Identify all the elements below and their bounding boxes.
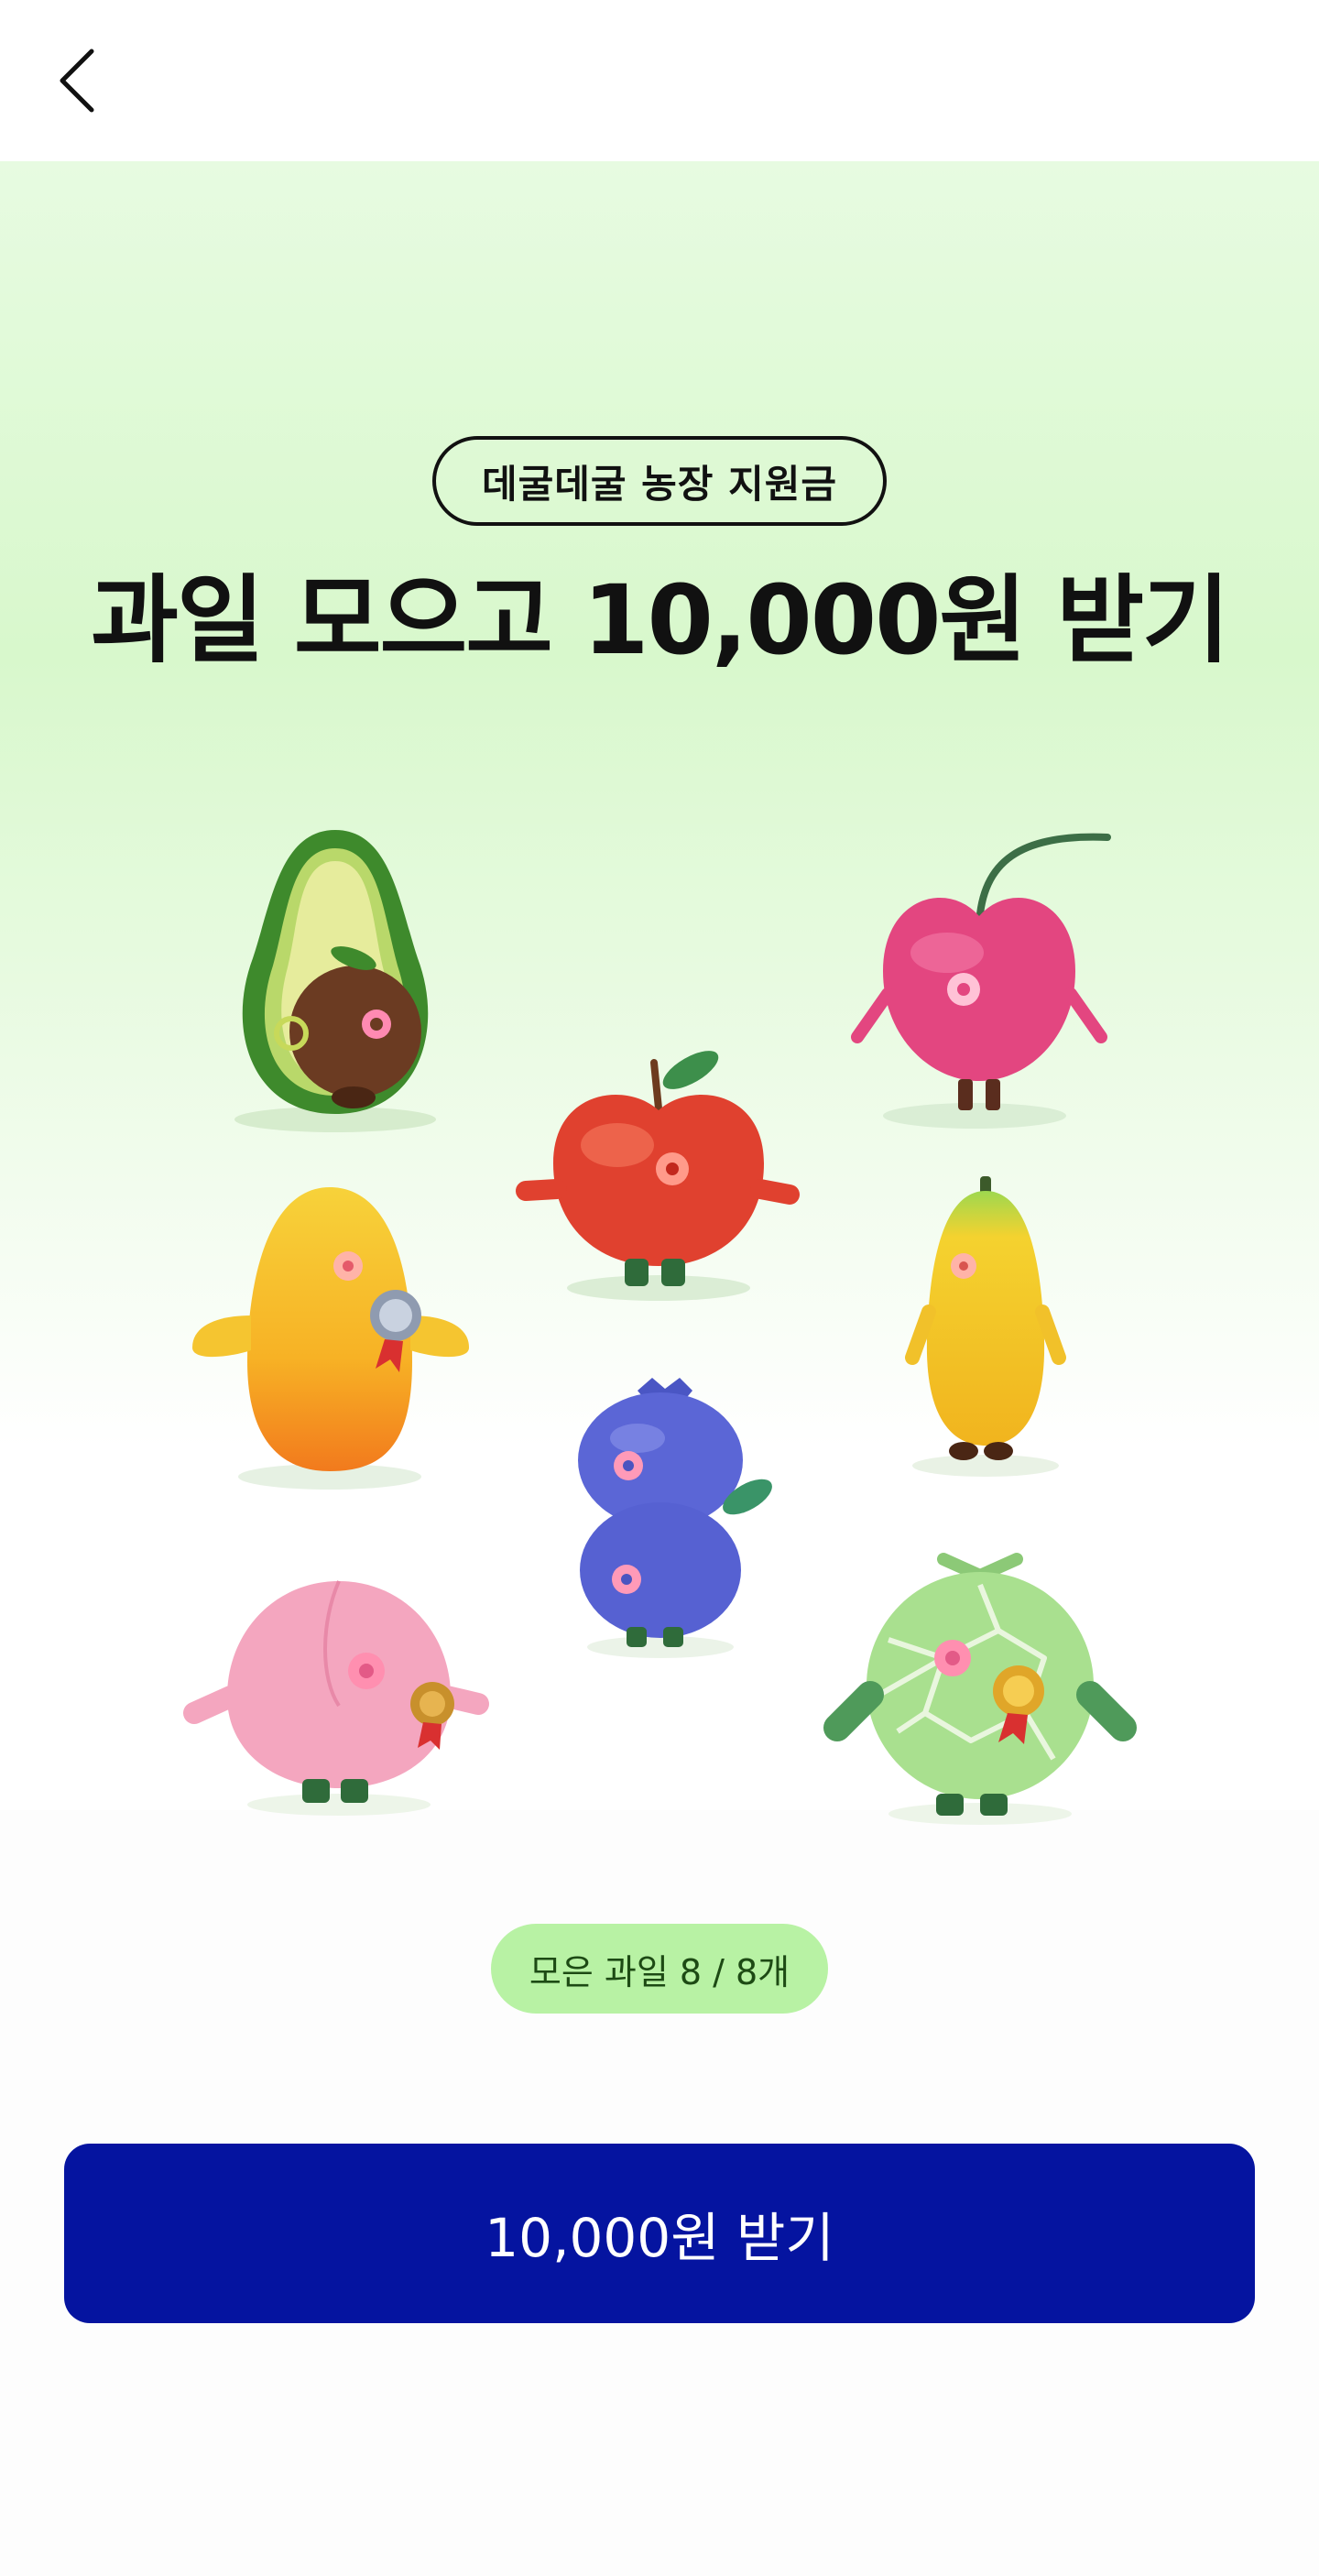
peach-character bbox=[183, 1568, 495, 1816]
cherry-character bbox=[846, 824, 1121, 1129]
papaya-character bbox=[885, 1174, 1086, 1477]
claim-reward-button[interactable]: 10,000원 받기 bbox=[64, 2144, 1255, 2323]
collection-progress: 모은 과일 8 / 8개 bbox=[491, 1924, 828, 2014]
mango-character bbox=[183, 1178, 476, 1490]
melon-character bbox=[823, 1548, 1137, 1825]
blueberry-character bbox=[564, 1374, 775, 1658]
apple-character bbox=[516, 1026, 801, 1301]
avocado-character bbox=[216, 821, 454, 1132]
